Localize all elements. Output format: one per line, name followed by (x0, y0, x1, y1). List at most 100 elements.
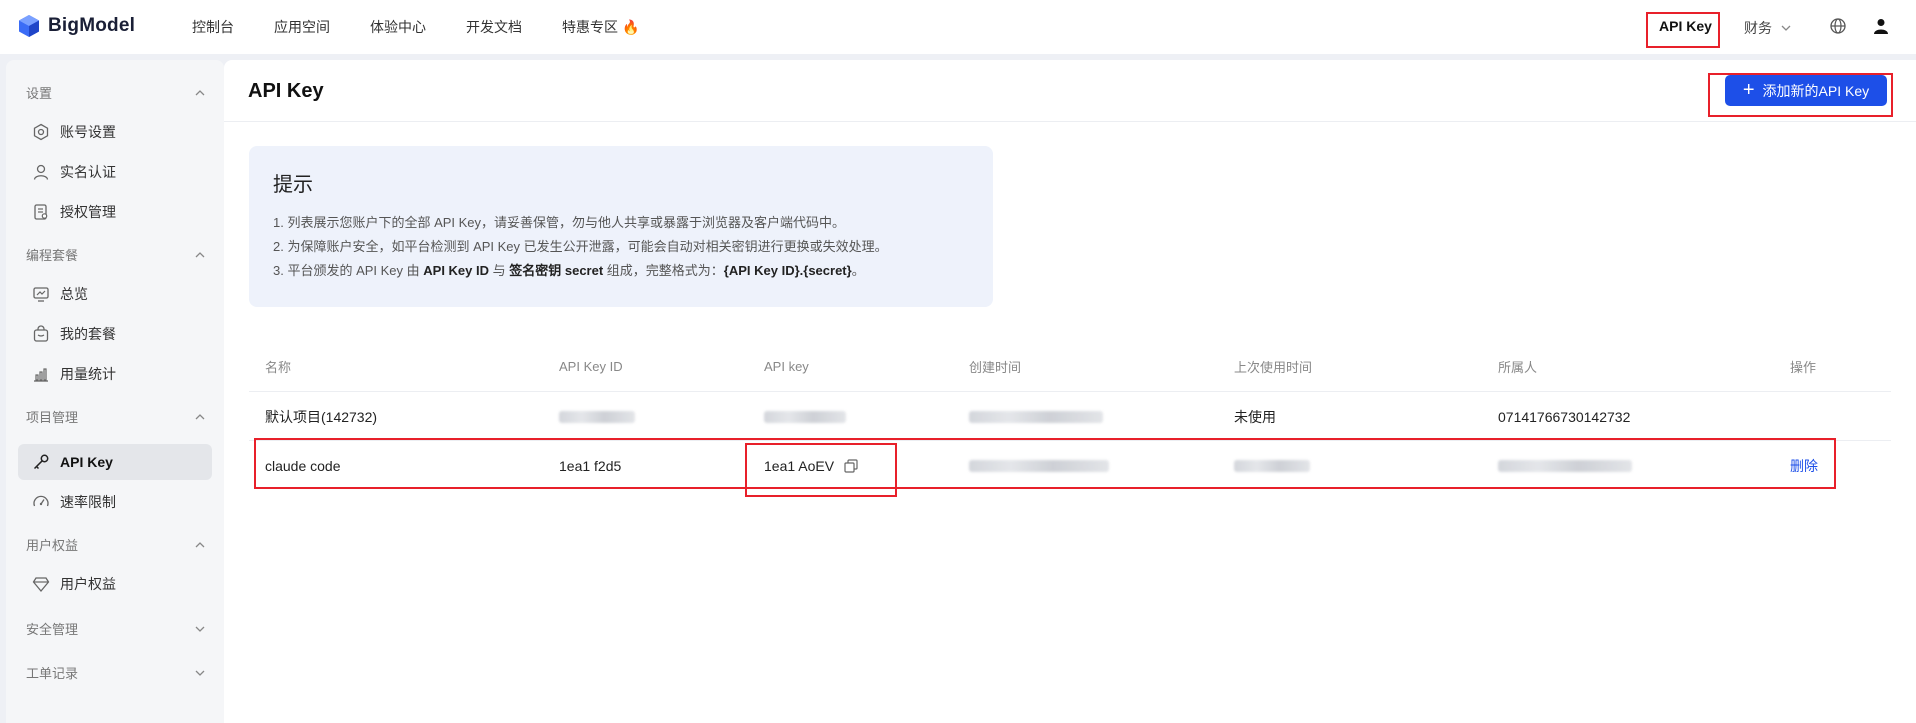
delete-link[interactable]: 删除 (1790, 441, 1818, 490)
sidebar-group-label: 编程套餐 (26, 248, 79, 263)
top-nav: 控制台 应用空间 体验中心 开发文档 特惠专区 🔥 (192, 0, 679, 54)
nav-app-space[interactable]: 应用空间 (274, 17, 330, 37)
header-api-key: API key (764, 359, 809, 374)
chevron-up-icon (195, 413, 205, 419)
gauge-icon (33, 495, 49, 507)
header-key-id: API Key ID (559, 359, 623, 374)
sidebar-item-label: 实名认证 (60, 164, 116, 180)
sidebar: 设置 账号设置 实名认证 授权管理 编程套餐 总览 我的套餐 用量统计 项目管理… (6, 60, 224, 723)
sidebar-item-rate-limit[interactable]: 速率限制 (18, 484, 212, 520)
header-last-used: 上次使用时间 (1234, 360, 1313, 375)
document-icon (34, 204, 48, 220)
row-key-id-masked (559, 392, 635, 441)
header-actions: 操作 (1790, 360, 1817, 375)
tip-line-1: 1. 列表展示您账户下的全部 API Key，请妥善保管，勿与他人共享或暴露于浏… (273, 215, 846, 230)
header-created: 创建时间 (969, 360, 1022, 375)
sidebar-group-coding-plan[interactable]: 编程套餐 (26, 245, 206, 264)
tip-title: 提示 (273, 174, 313, 196)
sidebar-item-label: 账号设置 (60, 124, 116, 140)
row-owner-masked (1498, 441, 1632, 490)
key-icon (33, 454, 49, 470)
diamond-icon (32, 577, 50, 593)
nav-dev-docs[interactable]: 开发文档 (466, 17, 522, 37)
row-api-key-value: 1ea1 AoEV (764, 457, 835, 474)
table-header: 名称 API Key ID API key 创建时间 上次使用时间 所属人 操作 (249, 342, 1891, 391)
sidebar-group-project-management[interactable]: 项目管理 (26, 407, 206, 426)
gear-icon (33, 123, 49, 141)
sidebar-group-label: 安全管理 (26, 622, 79, 637)
sidebar-item-api-key[interactable]: API Key (18, 444, 212, 480)
fire-icon: 🔥 (622, 18, 640, 35)
nav-special-offers[interactable]: 特惠专区 🔥 (562, 17, 639, 37)
row-api-key: 1ea1 AoEV (764, 441, 858, 490)
top-navbar: BigModel 控制台 应用空间 体验中心 开发文档 特惠专区 🔥 (0, 0, 1916, 54)
tip-line-3: 3. 平台颁发的 API Key 由 API Key ID 与 签名密钥 sec… (273, 263, 865, 278)
chevron-down-icon (195, 670, 205, 676)
nav-console[interactable]: 控制台 (192, 17, 234, 37)
copy-icon[interactable] (844, 458, 858, 473)
sidebar-group-security[interactable]: 安全管理 (26, 619, 206, 638)
chart-icon (34, 368, 48, 382)
tip-line-2: 2. 为保障账户安全，如平台检测到 API Key 已发生公开泄露，可能会自动对… (273, 239, 888, 254)
nav-special-offers-label: 特惠专区 (562, 19, 618, 35)
finance-label: 财务 (1744, 20, 1772, 36)
nav-experience-center[interactable]: 体验中心 (370, 17, 426, 37)
chevron-down-icon (1781, 25, 1791, 31)
table-row: claude code 1ea1 f2d5 1ea1 AoEV 删除 (249, 440, 1891, 489)
add-api-key-label: 添加新的API Key (1762, 82, 1870, 99)
finance-menu[interactable]: 财务 (1744, 18, 1792, 38)
logo-icon (19, 15, 39, 37)
monitor-icon (33, 287, 49, 302)
brand-name: BigModel (48, 15, 136, 36)
brand-logo[interactable]: BigModel (18, 14, 135, 38)
sidebar-item-my-plan[interactable]: 我的套餐 (18, 316, 212, 352)
header-divider (224, 121, 1916, 122)
table-row: 默认项目(142732) 未使用 07141766730142732 (249, 391, 1891, 440)
sidebar-item-account-settings[interactable]: 账号设置 (18, 114, 212, 150)
main-content: API Key + 添加新的API Key 提示 1. 列表展示您账户下的全部 … (224, 60, 1916, 723)
row-created-masked (969, 392, 1103, 441)
sidebar-item-label: 总览 (60, 286, 88, 302)
sidebar-item-authorization[interactable]: 授权管理 (18, 194, 212, 230)
top-api-key-link[interactable]: API Key (1659, 18, 1712, 34)
header-owner: 所属人 (1498, 360, 1538, 375)
sidebar-group-settings[interactable]: 设置 (26, 83, 206, 102)
sidebar-item-label: 用量统计 (60, 366, 116, 382)
row-created-masked (969, 441, 1109, 490)
sidebar-item-label: 我的套餐 (60, 326, 116, 342)
sidebar-group-tickets[interactable]: 工单记录 (26, 663, 206, 682)
sidebar-item-label: 授权管理 (60, 204, 116, 220)
person-icon (33, 164, 49, 180)
page-title: API Key (248, 80, 324, 102)
tip-box: 提示 1. 列表展示您账户下的全部 API Key，请妥善保管，勿与他人共享或暴… (249, 146, 993, 307)
row-key-id: 1ea1 f2d5 (559, 457, 622, 474)
sidebar-group-label: 工单记录 (26, 666, 79, 681)
row-last-used-masked (1234, 441, 1310, 490)
sidebar-group-label: 项目管理 (26, 410, 79, 425)
add-api-key-button[interactable]: + 添加新的API Key (1725, 75, 1887, 106)
sidebar-item-real-name[interactable]: 实名认证 (18, 154, 212, 190)
plus-icon: + (1742, 78, 1755, 101)
row-owner: 07141766730142732 (1498, 408, 1631, 425)
row-name: claude code (265, 457, 341, 474)
header-name: 名称 (265, 360, 292, 375)
sidebar-group-label: 用户权益 (26, 538, 79, 553)
sidebar-group-label: 设置 (26, 86, 53, 101)
user-icon[interactable] (1872, 17, 1890, 35)
row-api-key-masked (764, 392, 846, 441)
row-name: 默认项目(142732) (265, 408, 378, 425)
globe-icon[interactable] (1829, 17, 1847, 35)
bag-icon (33, 325, 49, 342)
chevron-up-icon (195, 251, 205, 257)
chevron-down-icon (195, 626, 205, 632)
sidebar-item-label: 速率限制 (60, 494, 116, 510)
chevron-up-icon (195, 541, 205, 547)
sidebar-item-overview[interactable]: 总览 (18, 276, 212, 312)
sidebar-item-label: 用户权益 (60, 576, 116, 592)
sidebar-item-label: API Key (60, 454, 113, 470)
sidebar-group-user-benefits[interactable]: 用户权益 (26, 535, 206, 554)
chevron-up-icon (195, 89, 205, 95)
row-last-used: 未使用 (1234, 408, 1276, 425)
sidebar-item-usage-stats[interactable]: 用量统计 (18, 356, 212, 392)
sidebar-item-user-benefits[interactable]: 用户权益 (18, 566, 212, 602)
